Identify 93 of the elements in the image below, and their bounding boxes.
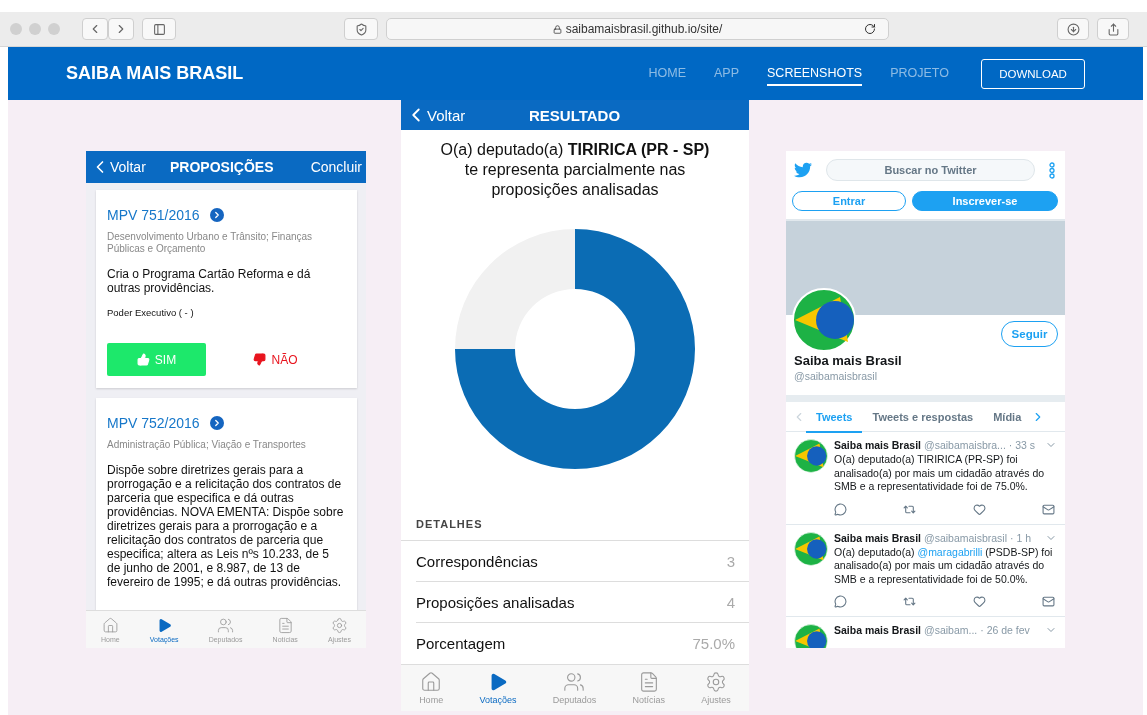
screen-title: PROPOSIÇÕES: [170, 159, 275, 175]
detail-label: Correspondências: [416, 552, 538, 570]
flag-avatar-icon: [794, 439, 828, 473]
signup-button[interactable]: Inscrever-se: [912, 191, 1058, 211]
profile-avatar-icon: [792, 288, 856, 352]
bird-icon[interactable]: [794, 161, 812, 179]
download-icon: [1066, 22, 1080, 36]
back-link[interactable]: Voltar: [405, 104, 529, 126]
download-button[interactable]: [1057, 18, 1089, 40]
proposal-description: Dispõe sobre diretrizes gerais para a prorrogação e a relicitação dos contratos de parceria que especifica e dá outras providências. NOVA EMENTA: Dispõe sobre diretrizes gerais para a prorrogação e a relicitação dos contratos de parceria que especifica; altera as Leis nºs 10.233, de 5 de junho de 2001, e 8.987, de 13 de fevereiro de 1995; e dá outras providências.: [107, 463, 345, 589]
more-icon[interactable]: [1049, 161, 1055, 179]
tab-item[interactable]: Home: [419, 671, 444, 705]
download-button[interactable]: DOWNLOAD: [981, 58, 1085, 89]
screen-title: RESULTADO: [529, 106, 622, 124]
result-message: O(a) deputado(a) TIRIRICA (PR - SP) te representa parcialmente nas proposições analisadas: [439, 140, 711, 200]
shield-button[interactable]: [344, 18, 378, 40]
tweet-author: Saiba mais Brasil: [834, 624, 921, 636]
chevron-circle-icon[interactable]: [209, 208, 224, 222]
tweet-text: O(a) deputado(a) TIRIRICA (PR-SP) foi analisado(a) por mais um cidadão através do SMB e a representatividade foi de 75.0%.: [834, 453, 1046, 494]
sidebar-button[interactable]: [142, 18, 176, 40]
tab-item[interactable]: Votações: [479, 671, 517, 705]
tab-item[interactable]: Ajustes: [701, 671, 731, 705]
back-link[interactable]: Voltar: [90, 157, 170, 177]
detail-value: 75.0%: [692, 634, 735, 652]
login-button[interactable]: Entrar: [792, 191, 906, 211]
tweet-handle: @saibamaisbra...: [923, 439, 1006, 451]
tweet-time: · 26 de fev: [980, 624, 1030, 636]
tweet-handle: @saibamaisbrasil: [923, 531, 1007, 544]
thumbs-up-icon: [136, 353, 150, 366]
proposal-description: Cria o Programa Cartão Reforma e dá outras providências.: [107, 267, 312, 295]
no-button[interactable]: NÃO: [226, 343, 325, 376]
tab-item[interactable]: Notícias: [632, 671, 666, 705]
thumbs-down-icon: [253, 353, 267, 366]
gear-icon: [705, 671, 728, 693]
forward-button[interactable]: [108, 18, 134, 40]
reply-icon[interactable]: [834, 595, 847, 608]
nav-link[interactable]: HOME: [648, 61, 686, 86]
window-dot[interactable]: [10, 23, 22, 35]
retweet-icon[interactable]: [903, 595, 917, 608]
tweet-time: · 1 h: [1010, 531, 1031, 544]
reply-icon[interactable]: [834, 502, 847, 516]
proposal-author: Poder Executivo ( - ): [107, 307, 195, 318]
document-icon: [276, 616, 294, 634]
done-link[interactable]: Concluir: [310, 159, 362, 175]
heart-icon[interactable]: [972, 502, 986, 516]
proposal-code[interactable]: MPV 751/2016: [107, 207, 200, 223]
section-heading: DETALHES: [416, 518, 484, 530]
house-icon: [101, 616, 119, 634]
lock-icon: [552, 24, 562, 34]
nav-link[interactable]: APP: [714, 61, 740, 86]
mail-icon[interactable]: [1042, 595, 1055, 608]
profile-name: Saiba mais Brasil: [794, 353, 903, 368]
detail-value: 3: [726, 552, 735, 570]
tweet-time: · 33 s: [1008, 439, 1036, 451]
share-button[interactable]: [1097, 18, 1129, 40]
chevron-circle-icon[interactable]: [209, 416, 224, 430]
reload-icon[interactable]: [864, 23, 876, 35]
brand-title: SAIBA MAIS BRASIL: [66, 63, 245, 84]
profile-handle: @saibamaisbrasil: [794, 370, 879, 382]
tweet-author: Saiba mais Brasil: [834, 531, 921, 544]
tab-item[interactable]: Deputados: [552, 671, 597, 705]
back-button[interactable]: [82, 18, 108, 40]
nav-link[interactable]: PROJETO: [890, 61, 949, 86]
detail-label: Porcentagem: [416, 634, 506, 652]
mail-icon[interactable]: [1042, 502, 1055, 516]
house-icon: [420, 671, 443, 693]
proposal-topic: Administração Pública; Viação e Transportes: [107, 439, 307, 451]
yes-button[interactable]: SIM: [107, 343, 206, 376]
proposal-topic: Desenvolvimento Urbano e Trânsito; Finanças Públicas e Orçamento: [107, 231, 314, 255]
url-field[interactable]: saibamaisbrasil.github.io/site/: [386, 18, 889, 40]
tweet-author: Saiba mais Brasil: [834, 439, 921, 451]
people-icon: [563, 671, 586, 693]
detail-label: Proposições analisadas: [416, 593, 575, 611]
mention-link[interactable]: @maragabrilli: [917, 545, 983, 558]
tweet-text: O(a) deputado(a) @maragabrilli (PSDB-SP) foi analisado(a) por mais um cidadão através do SMB e a representatividade foi de 50.0%.: [834, 545, 1054, 586]
gear-icon: [330, 616, 348, 634]
proposal-code[interactable]: MPV 752/2016: [107, 415, 200, 431]
share-icon: [1106, 22, 1120, 36]
detail-value: 4: [726, 593, 735, 611]
search-field[interactable]: Buscar no Twitter: [826, 159, 1035, 181]
profile-tab[interactable]: Mídia: [983, 402, 1032, 433]
flag-avatar-icon: [794, 531, 828, 566]
nav-link[interactable]: SCREENSHOTS: [767, 61, 863, 86]
profile-tab[interactable]: Tweets e respostas: [862, 402, 984, 433]
tweet-handle: @saibam...: [923, 624, 978, 636]
profile-tab[interactable]: Tweets: [806, 402, 863, 433]
sidebar-icon: [152, 22, 166, 36]
heart-icon[interactable]: [972, 595, 986, 608]
follow-button[interactable]: Seguir: [1001, 321, 1058, 347]
people-icon: [217, 616, 235, 634]
window-dot[interactable]: [29, 23, 41, 35]
shield-icon: [354, 22, 368, 36]
window-dot[interactable]: [48, 23, 60, 35]
